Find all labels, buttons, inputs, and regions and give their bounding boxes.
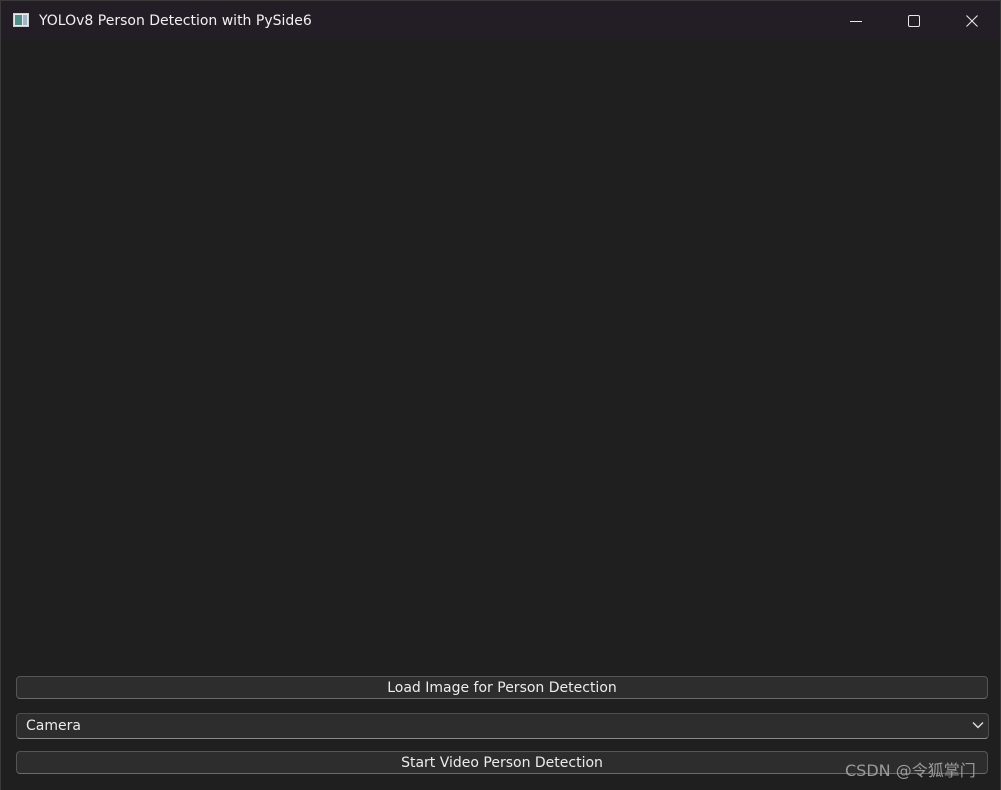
- close-button[interactable]: [943, 1, 1001, 40]
- source-select[interactable]: Camera: [16, 713, 989, 739]
- chevron-down-icon: [972, 722, 984, 729]
- maximize-button[interactable]: [885, 1, 943, 40]
- title-bar[interactable]: YOLOv8 Person Detection with PySide6: [1, 1, 1000, 40]
- minimize-button[interactable]: [827, 1, 885, 40]
- load-image-button[interactable]: Load Image for Person Detection: [16, 676, 988, 699]
- watermark-text: CSDN @令狐掌门: [845, 761, 976, 780]
- image-display-area: [9, 48, 992, 668]
- window-title: YOLOv8 Person Detection with PySide6: [39, 13, 312, 29]
- main-content: Load Image for Person Detection Camera S…: [1, 40, 1000, 790]
- close-icon: [966, 14, 978, 27]
- maximize-icon: [908, 14, 920, 27]
- app-window-icon: [13, 13, 29, 27]
- start-video-button[interactable]: Start Video Person Detection: [16, 751, 988, 774]
- app-window: YOLOv8 Person Detection with PySide6 Loa…: [0, 0, 1001, 790]
- minimize-icon: [850, 20, 862, 22]
- source-select-value: Camera: [26, 718, 81, 734]
